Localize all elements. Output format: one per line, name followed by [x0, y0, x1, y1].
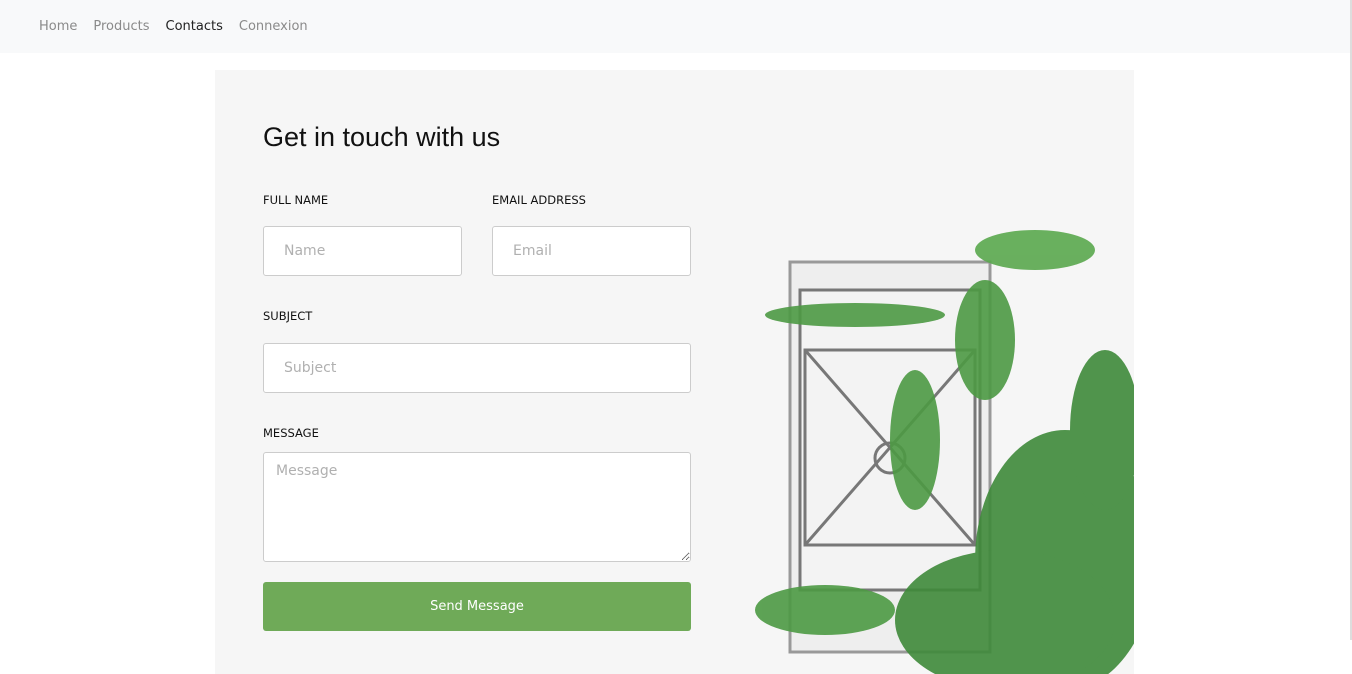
contact-card: Get in touch with us FULL NAME EMAIL ADD… [215, 70, 1134, 674]
email-input[interactable] [492, 226, 691, 276]
nav-home[interactable]: Home [39, 19, 77, 34]
message-textarea[interactable] [263, 452, 691, 562]
nav-products[interactable]: Products [93, 19, 149, 34]
full-name-label: FULL NAME [263, 193, 329, 207]
send-message-button[interactable]: Send Message [263, 582, 691, 631]
name-input[interactable] [263, 226, 462, 276]
message-label: MESSAGE [263, 426, 319, 440]
window-with-ivy-photo [755, 230, 1134, 674]
nav-connexion[interactable]: Connexion [239, 19, 308, 34]
top-nav: Home Products Contacts Connexion [0, 0, 1350, 53]
nav-contacts[interactable]: Contacts [166, 19, 223, 34]
page-title: Get in touch with us [263, 122, 501, 152]
email-label: EMAIL ADDRESS [492, 193, 586, 207]
subject-label: SUBJECT [263, 309, 313, 323]
subject-input[interactable] [263, 343, 691, 393]
